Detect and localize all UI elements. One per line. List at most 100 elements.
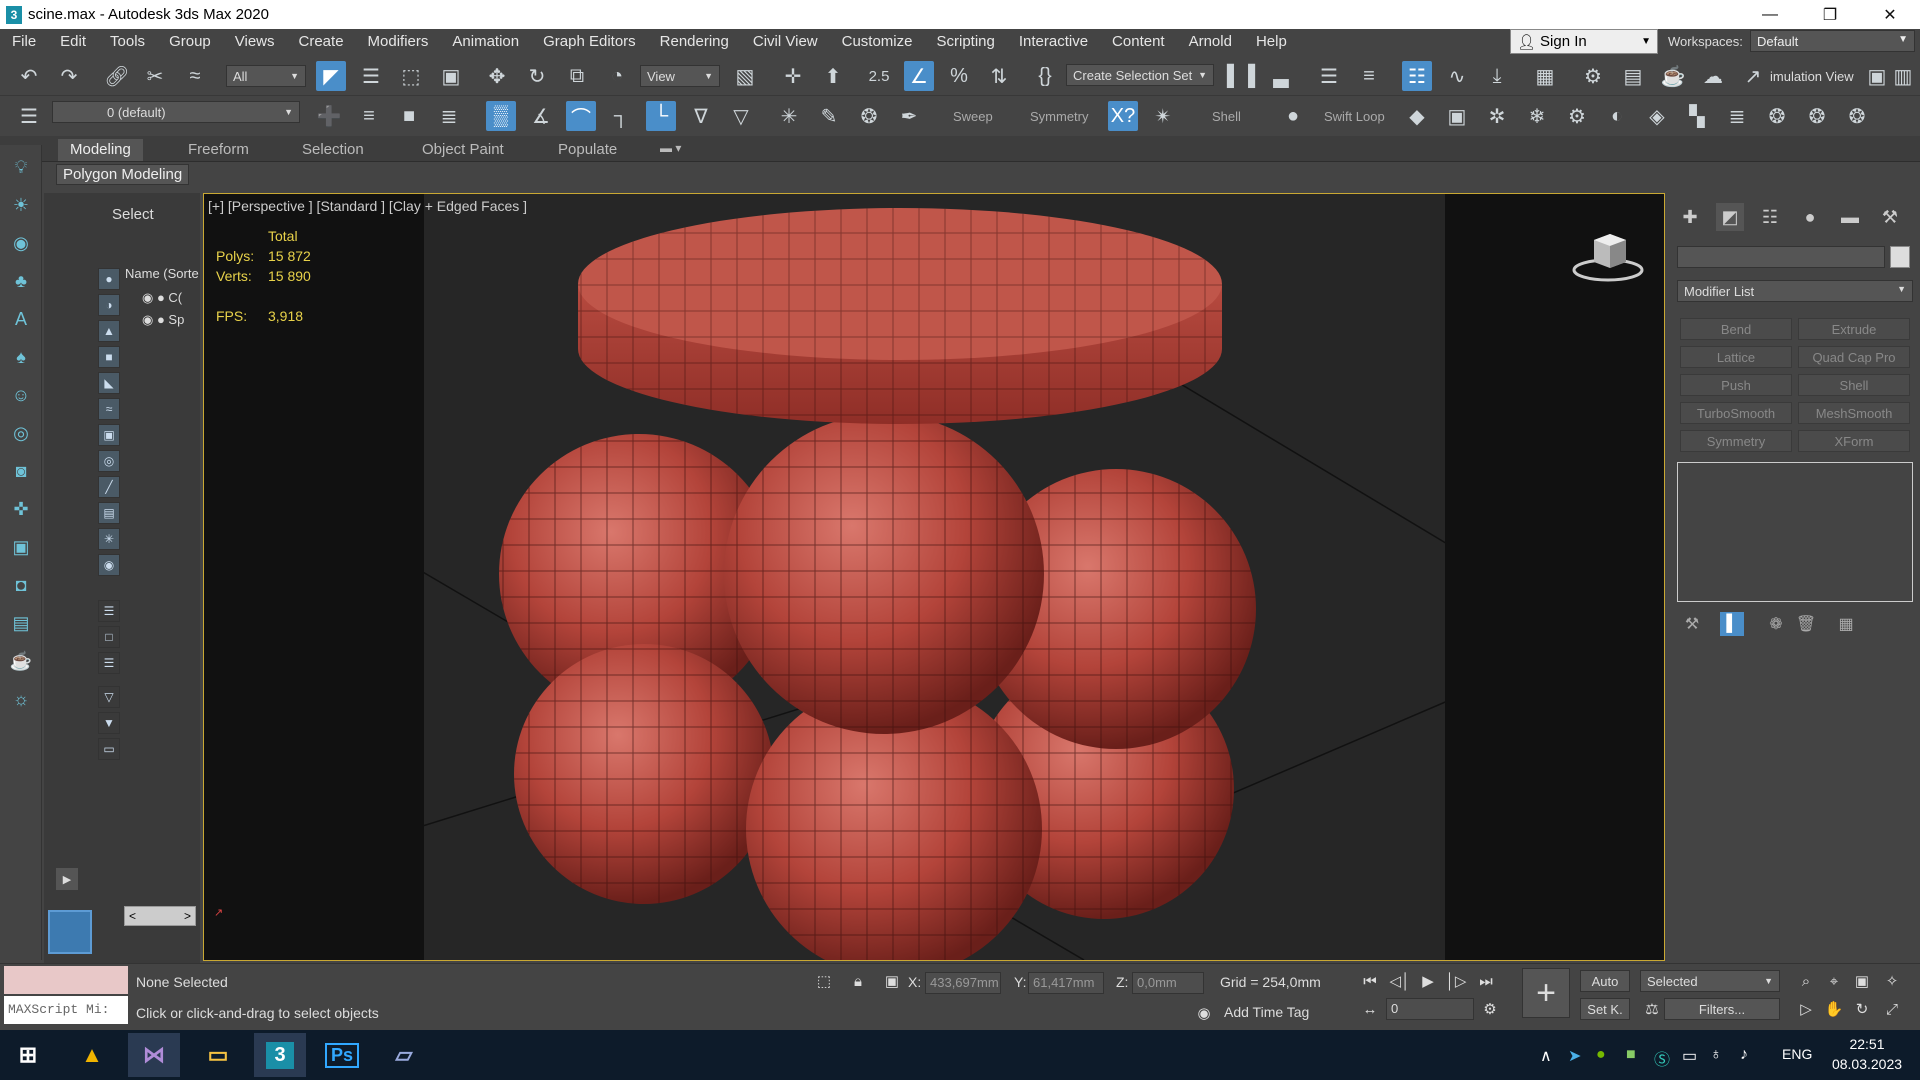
light-icon[interactable]: 💡︎ [7, 153, 35, 181]
rotate-icon[interactable]: ↻ [522, 61, 552, 91]
tab-object-paint[interactable]: Object Paint [410, 139, 516, 161]
edit-named-selection-icon[interactable]: {} [1030, 61, 1060, 91]
modifier-extrude-button[interactable]: Extrude [1798, 318, 1910, 340]
previous-frame-icon[interactable]: ◁│ [1388, 970, 1412, 992]
pan-icon[interactable]: ✋ [1822, 998, 1846, 1020]
display-hidden-icon[interactable]: ◉ [98, 554, 120, 576]
edge-snap-icon[interactable]: ┐ [606, 101, 636, 131]
display-groups-icon[interactable]: ▣ [98, 424, 120, 446]
sign-in-dropdown[interactable]: 👤︎ Sign In ▼ [1510, 29, 1658, 54]
expand-icon[interactable]: ▶ [56, 868, 78, 890]
mirror-tool-icon[interactable]: ✴ [1148, 101, 1178, 131]
modifier-xform-button[interactable]: XForm [1798, 430, 1910, 452]
redo-icon[interactable]: ↷ [54, 61, 84, 91]
play-icon[interactable]: ▶ [1416, 970, 1440, 992]
menu-help[interactable]: Help [1244, 33, 1299, 50]
render-production-icon[interactable]: ☕ [1658, 61, 1688, 91]
notes-app-icon[interactable]: ▱ [378, 1033, 430, 1077]
panel-icon[interactable]: ▤ [7, 609, 35, 637]
sphere-shaded-icon[interactable]: ◐ [1602, 101, 1632, 131]
display-containers-icon[interactable]: ▤ [98, 502, 120, 524]
symmetry-tool-icon[interactable]: X? [1108, 101, 1138, 131]
modifier-turbosmooth-button[interactable]: TurboSmooth [1680, 402, 1792, 424]
square-icon[interactable]: □ [98, 626, 120, 648]
folder-icon[interactable]: ▭ [98, 738, 120, 760]
lightbulb-icon[interactable]: ☼ [7, 685, 35, 713]
layer-select[interactable]: 0 (default) ▼ [52, 101, 300, 123]
workspace-select[interactable]: Default ▼ [1750, 30, 1915, 52]
mirror-icon[interactable]: ▌▐ [1226, 61, 1256, 91]
unlink-icon[interactable]: ✂ [140, 61, 170, 91]
open-a360-icon[interactable]: ↗ [1738, 61, 1768, 91]
z-coordinate-input[interactable]: 0,0mm [1132, 972, 1204, 994]
menu-customize[interactable]: Customize [830, 33, 925, 50]
pen-snap-icon[interactable]: ∡ [526, 101, 556, 131]
relax-icon[interactable]: ❂ [854, 101, 884, 131]
camera-icon[interactable]: ▣ [1442, 101, 1472, 131]
modifier-stack[interactable] [1677, 462, 1913, 602]
nvidia-icon[interactable]: ● [1596, 1046, 1606, 1064]
tray-overflow-icon[interactable]: ∧ [1540, 1046, 1552, 1066]
named-selection-set-select[interactable]: Create Selection Set ▼ [1066, 64, 1214, 86]
cog-icon[interactable]: ❂ [1802, 101, 1832, 131]
gear-icon[interactable]: ⚙ [1562, 101, 1592, 131]
menu-tools[interactable]: Tools [98, 33, 157, 50]
selection-lock-icon[interactable]: 🔒︎ [846, 970, 870, 992]
key-filter-select[interactable]: Selected ▼ [1640, 970, 1780, 992]
curve-editor-icon[interactable]: ∿ [1442, 61, 1472, 91]
display-cameras-icon[interactable]: ■ [98, 346, 120, 368]
toggle-layer-explorer-icon[interactable]: ≡ [1354, 61, 1384, 91]
material-editor-icon[interactable]: ▦ [1530, 61, 1560, 91]
tile-icon[interactable]: ◈ [1642, 101, 1672, 131]
maxscript-listener-output[interactable] [4, 966, 128, 994]
tab-populate[interactable]: Populate [546, 139, 629, 161]
telegram-icon[interactable]: ➤ [1568, 1046, 1581, 1066]
scene-name-column[interactable]: Name (Sorte [125, 266, 199, 281]
motion-tab-icon[interactable]: ● [1796, 203, 1824, 231]
modifier-push-button[interactable]: Push [1680, 374, 1792, 396]
bone-icon[interactable]: ✲ [1482, 101, 1512, 131]
zoom-extents-all-icon[interactable]: ✧ [1880, 970, 1904, 992]
time-slider-icon[interactable]: ↔ [1358, 998, 1382, 1020]
percent-snap-icon[interactable]: % [944, 61, 974, 91]
polygon-select-icon[interactable]: ∇ [686, 101, 716, 131]
orbit-icon[interactable]: ↻ [1850, 998, 1874, 1020]
spinner-snap-icon[interactable]: ⇅ [984, 61, 1014, 91]
link-icon[interactable]: 🔗︎ [102, 61, 132, 91]
volume-icon[interactable]: ♪ [1740, 1046, 1748, 1064]
scene-horizontal-scrollbar[interactable]: < > [124, 906, 196, 926]
scroll-left-icon[interactable]: < [129, 909, 136, 923]
go-to-end-icon[interactable]: ⏭ [1474, 970, 1498, 992]
y-coordinate-input[interactable]: 61,417mm [1028, 972, 1104, 994]
toggle-ribbon-icon[interactable]: ☷ [1402, 61, 1432, 91]
scene-explorer-swatch[interactable] [48, 910, 92, 954]
go-to-start-icon[interactable]: ⏮ [1358, 970, 1382, 992]
language-indicator[interactable]: ENG [1782, 1046, 1812, 1062]
modifier-quad-cap-pro-button[interactable]: Quad Cap Pro [1798, 346, 1910, 368]
pin-stack-icon[interactable]: ⚒ [1680, 612, 1704, 636]
display-particles-icon[interactable]: ✳ [98, 528, 120, 550]
text-icon[interactable]: A [7, 305, 35, 333]
rectangular-selection-icon[interactable]: ⬚ [396, 61, 426, 91]
next-frame-icon[interactable]: │▷ [1444, 970, 1468, 992]
modifier-meshsmooth-button[interactable]: MeshSmooth [1798, 402, 1910, 424]
filter-icon[interactable]: ▽ [98, 686, 120, 708]
minimize-icon[interactable]: — [1740, 0, 1800, 29]
menu-edit[interactable]: Edit [48, 33, 98, 50]
maxscript-mini-listener[interactable]: MAXScript Mi: [4, 996, 128, 1024]
time-configuration-icon[interactable]: ⚙ [1478, 998, 1502, 1020]
taskbar-clock[interactable]: 22:51 08.03.2023 [1822, 1034, 1912, 1074]
layers-icon[interactable]: ≡ [354, 101, 384, 131]
constraint-icon[interactable]: └ [646, 101, 676, 131]
viewcube-icon[interactable] [1570, 228, 1646, 284]
render-setup-icon[interactable]: ⚙ [1578, 61, 1608, 91]
menu-modifiers[interactable]: Modifiers [356, 33, 441, 50]
polygon-modeling-panel[interactable]: Polygon Modeling [56, 164, 190, 185]
tree-icon[interactable]: ♣ [7, 267, 35, 295]
scene-explorer-title[interactable]: Select [112, 206, 154, 223]
menu-graph-editors[interactable]: Graph Editors [531, 33, 648, 50]
rendered-frame-window-icon[interactable]: ▤ [1618, 61, 1648, 91]
checker-icon[interactable]: ▚ [1682, 101, 1712, 131]
list-icon[interactable]: ☰ [98, 600, 120, 622]
3dsmax-taskbar-icon[interactable]: 3 [254, 1033, 306, 1077]
